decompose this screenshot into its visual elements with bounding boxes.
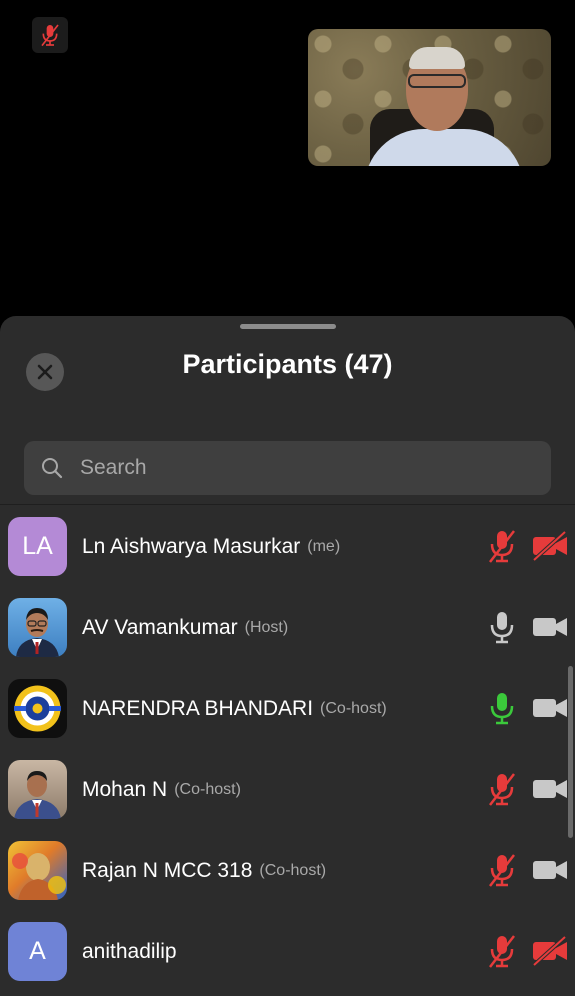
avatar-initials: LA xyxy=(22,532,53,560)
participant-role: (Host) xyxy=(244,618,289,636)
mic-off-icon[interactable] xyxy=(486,771,518,807)
participant-row[interactable]: A anithadilip xyxy=(0,911,575,992)
mic-off-icon xyxy=(41,24,59,47)
participant-role: (Co-host) xyxy=(174,780,241,798)
video-off-icon[interactable] xyxy=(532,935,568,967)
mic-off-icon[interactable] xyxy=(486,933,518,969)
avatar-initials: A xyxy=(29,937,46,965)
participant-name: anithadilip xyxy=(82,939,177,963)
participant-name: NARENDRA BHANDARI xyxy=(82,696,314,720)
avatar: LA xyxy=(8,517,67,576)
profile-photo xyxy=(12,853,66,900)
video-icon[interactable] xyxy=(532,854,568,886)
participant-role: (me) xyxy=(307,537,341,555)
profile-photo xyxy=(16,608,59,657)
participant-name: Mohan N xyxy=(82,777,168,801)
video-icon[interactable] xyxy=(532,692,568,724)
search-bar[interactable] xyxy=(24,441,551,495)
self-mic-muted-indicator xyxy=(32,17,68,53)
profile-photo xyxy=(14,771,61,819)
participant-row[interactable]: NARENDRA BHANDARI (Co-host) xyxy=(0,668,575,749)
divider xyxy=(0,504,575,505)
mic-off-icon[interactable] xyxy=(486,528,518,564)
speaker-glasses xyxy=(408,74,466,88)
active-speaker-video[interactable] xyxy=(308,29,551,166)
participant-row[interactable]: Rajan N MCC 318 (Co-host) xyxy=(0,830,575,911)
mic-speaking-icon[interactable] xyxy=(486,690,518,726)
participant-role: (Co-host) xyxy=(259,861,327,879)
participant-row[interactable]: AV Vamankumar (Host) xyxy=(0,587,575,668)
avatar xyxy=(8,760,67,819)
avatar: A xyxy=(8,922,67,981)
participant-name: Rajan N MCC 318 xyxy=(82,858,253,882)
participant-list: LA Ln Aishwarya Masurkar (me) AV Vamanku… xyxy=(0,506,575,992)
participant-row[interactable]: LA Ln Aishwarya Masurkar (me) xyxy=(0,506,575,587)
avatar xyxy=(8,598,67,657)
search-icon xyxy=(42,458,63,479)
participant-name: AV Vamankumar xyxy=(82,615,238,639)
avatar xyxy=(8,679,67,738)
participant-role: (Co-host) xyxy=(320,699,387,717)
video-area xyxy=(0,0,575,320)
avatar xyxy=(8,841,67,900)
participant-row[interactable]: Mohan N (Co-host) xyxy=(0,749,575,830)
speaker-hair xyxy=(409,47,465,69)
mic-off-icon[interactable] xyxy=(486,852,518,888)
drag-handle[interactable] xyxy=(240,324,336,329)
page-title: Participants (47) xyxy=(182,349,393,379)
video-icon[interactable] xyxy=(532,773,568,805)
participant-name: Ln Aishwarya Masurkar xyxy=(82,534,301,558)
video-off-icon[interactable] xyxy=(532,530,568,562)
video-icon[interactable] xyxy=(532,611,568,643)
mic-icon[interactable] xyxy=(486,609,518,645)
lions-club-logo xyxy=(14,685,61,732)
scrollbar[interactable] xyxy=(568,666,573,838)
participants-sheet: Participants (47) LA Ln Aishwarya Masurk… xyxy=(0,316,575,996)
search-input[interactable] xyxy=(78,455,522,481)
